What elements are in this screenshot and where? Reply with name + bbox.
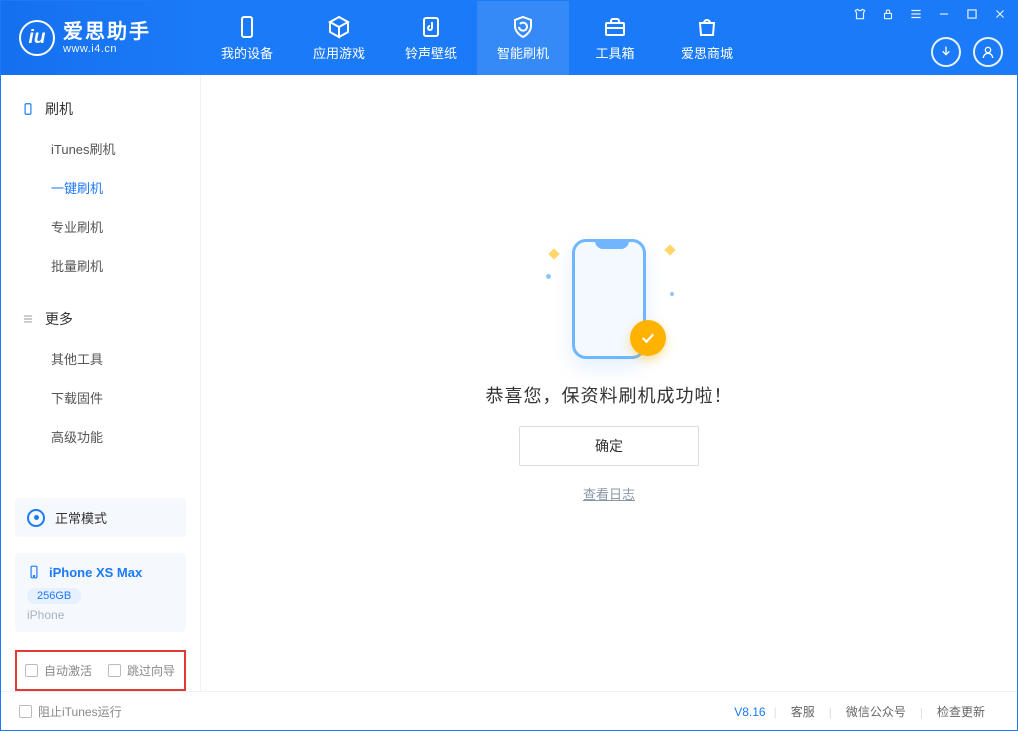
sidebar-section-more: 更多	[1, 299, 200, 339]
device-name: iPhone XS Max	[49, 565, 142, 580]
logo-icon: iu	[19, 20, 55, 56]
user-icon	[980, 44, 996, 60]
checkbox-label: 跳过向导	[127, 662, 175, 679]
tab-label: 智能刷机	[497, 43, 549, 62]
music-file-icon	[419, 15, 443, 39]
download-icon	[938, 44, 954, 60]
sidebar: 刷机 iTunes刷机 一键刷机 专业刷机 批量刷机 更多 其他工具 下载固件 …	[1, 75, 201, 691]
phone-icon	[235, 15, 259, 39]
close-icon[interactable]	[993, 7, 1007, 21]
window-controls	[853, 7, 1007, 21]
options-highlight-box: 自动激活 跳过向导	[15, 650, 186, 691]
skip-guide-checkbox[interactable]: 跳过向导	[108, 662, 175, 679]
ok-button[interactable]: 确定	[519, 426, 699, 466]
title-bar: iu 爱思助手 www.i4.cn 我的设备 应用游戏 铃声壁纸 智能刷机 工具…	[1, 1, 1017, 75]
dot-icon	[670, 292, 674, 296]
status-bar: 阻止iTunes运行 V8.16 | 客服 | 微信公众号 | 检查更新	[1, 691, 1017, 731]
main-content: 恭喜您，保资料刷机成功啦！ 确定 查看日志	[201, 75, 1017, 691]
tab-ringtone[interactable]: 铃声壁纸	[385, 1, 477, 75]
checkbox-icon	[108, 664, 121, 677]
account-button[interactable]	[973, 37, 1003, 67]
maximize-icon[interactable]	[965, 7, 979, 21]
block-itunes-checkbox[interactable]: 阻止iTunes运行	[19, 703, 122, 720]
dot-icon	[546, 274, 551, 279]
cube-icon	[327, 15, 351, 39]
checkbox-label: 阻止iTunes运行	[38, 703, 122, 720]
success-check-icon	[630, 320, 666, 356]
mode-card[interactable]: 正常模式	[15, 498, 186, 537]
tab-label: 应用游戏	[313, 43, 365, 62]
shield-refresh-icon	[511, 15, 535, 39]
tshirt-icon[interactable]	[853, 7, 867, 21]
checkbox-icon	[19, 705, 32, 718]
sidebar-item-pro-flash[interactable]: 专业刷机	[1, 207, 200, 246]
bag-icon	[695, 15, 719, 39]
sparkle-icon	[548, 248, 559, 259]
mode-label: 正常模式	[55, 508, 107, 527]
download-button[interactable]	[931, 37, 961, 67]
tab-flash[interactable]: 智能刷机	[477, 1, 569, 75]
tab-label: 我的设备	[221, 43, 273, 62]
tab-apps[interactable]: 应用游戏	[293, 1, 385, 75]
capacity-badge: 256GB	[27, 588, 81, 604]
tab-my-device[interactable]: 我的设备	[201, 1, 293, 75]
sidebar-section-flash: 刷机	[1, 89, 200, 129]
view-log-link[interactable]: 查看日志	[583, 484, 635, 503]
minimize-icon[interactable]	[937, 7, 951, 21]
wechat-link[interactable]: 微信公众号	[832, 703, 920, 720]
tab-label: 爱思商城	[681, 43, 733, 62]
app-name: 爱思助手	[63, 21, 151, 43]
header-round-buttons	[931, 37, 1003, 67]
checkbox-label: 自动激活	[44, 662, 92, 679]
sidebar-item-itunes-flash[interactable]: iTunes刷机	[1, 129, 200, 168]
toolbox-icon	[603, 15, 627, 39]
tab-label: 工具箱	[595, 43, 634, 62]
sidebar-item-other-tools[interactable]: 其他工具	[1, 339, 200, 378]
success-message: 恭喜您，保资料刷机成功啦！	[486, 382, 733, 408]
phone-outline-icon	[27, 563, 41, 581]
success-illustration	[544, 234, 674, 364]
tab-label: 铃声壁纸	[405, 43, 457, 62]
device-type: iPhone	[27, 608, 174, 622]
sidebar-item-advanced[interactable]: 高级功能	[1, 417, 200, 456]
app-url: www.i4.cn	[63, 43, 151, 55]
sidebar-item-batch-flash[interactable]: 批量刷机	[1, 246, 200, 285]
sidebar-item-oneclick-flash[interactable]: 一键刷机	[1, 168, 200, 207]
sparkle-icon	[664, 244, 675, 255]
list-icon	[21, 312, 35, 326]
lock-icon[interactable]	[881, 7, 895, 21]
support-link[interactable]: 客服	[777, 703, 829, 720]
section-title: 更多	[45, 309, 73, 329]
auto-activate-checkbox[interactable]: 自动激活	[25, 662, 92, 679]
menu-icon[interactable]	[909, 7, 923, 21]
section-title: 刷机	[45, 99, 73, 119]
sidebar-item-download-fw[interactable]: 下载固件	[1, 378, 200, 417]
tab-store[interactable]: 爱思商城	[661, 1, 753, 75]
mode-icon	[27, 509, 45, 527]
version-label: V8.16	[734, 705, 765, 719]
app-logo: iu 爱思助手 www.i4.cn	[1, 1, 201, 75]
device-icon	[21, 102, 35, 116]
main-tabs: 我的设备 应用游戏 铃声壁纸 智能刷机 工具箱 爱思商城	[201, 1, 753, 75]
device-card[interactable]: iPhone XS Max 256GB iPhone	[15, 553, 186, 632]
checkbox-icon	[25, 664, 38, 677]
check-update-link[interactable]: 检查更新	[923, 703, 999, 720]
tab-toolbox[interactable]: 工具箱	[569, 1, 661, 75]
